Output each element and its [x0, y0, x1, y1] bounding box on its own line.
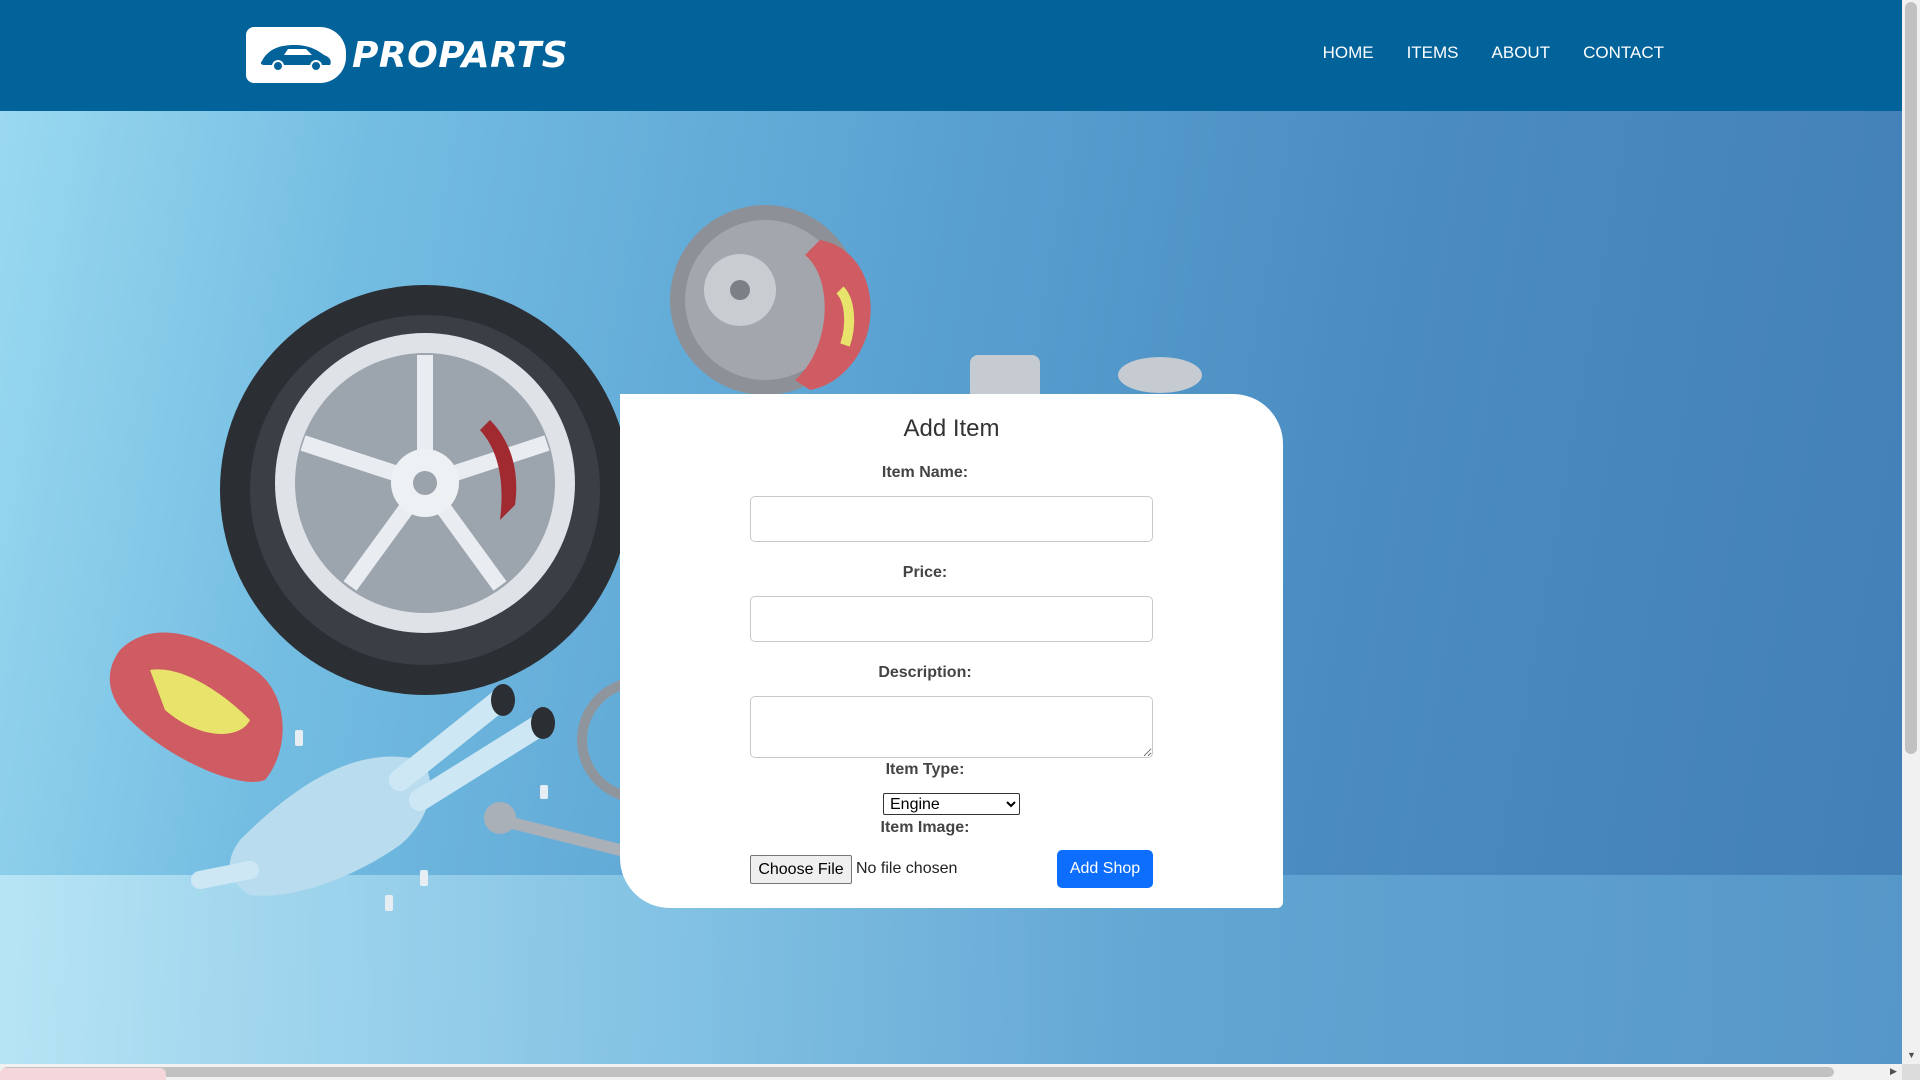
brake-disc-image — [670, 205, 871, 395]
form-title: Add Item — [903, 415, 1000, 442]
item-name-label: Item Name: — [881, 464, 969, 481]
logo-text: PROPARTS — [352, 34, 569, 76]
choose-file-button[interactable]: Choose File — [750, 855, 852, 884]
vertical-scroll-thumb[interactable] — [1905, 2, 1917, 754]
navbar: PROPARTS HOME ITEMS ABOUT CONTACT — [0, 0, 1902, 111]
price-label: Price: — [902, 564, 948, 581]
main-nav: HOME ITEMS ABOUT CONTACT — [1323, 43, 1664, 63]
wheel-image — [220, 285, 630, 695]
car-icon — [246, 27, 346, 83]
item-name-input[interactable] — [750, 496, 1153, 542]
nav-about-link[interactable]: ABOUT — [1492, 43, 1551, 63]
add-shop-button[interactable]: Add Shop — [1057, 850, 1153, 888]
item-type-label: Item Type: — [885, 761, 965, 778]
wrench-image — [484, 802, 646, 861]
scroll-right-icon[interactable]: ▶ — [1890, 1066, 1897, 1077]
scroll-down-icon[interactable]: ▼ — [1907, 1050, 1916, 1060]
logo[interactable]: PROPARTS — [246, 27, 568, 83]
description-textarea[interactable] — [750, 696, 1153, 758]
item-type-select[interactable]: Engine — [883, 793, 1020, 815]
file-status-text: No file chosen — [856, 860, 958, 877]
vertical-scrollbar[interactable]: ▲ ▼ — [1902, 0, 1920, 1064]
horizontal-scroll-thumb[interactable] — [2, 1067, 1834, 1077]
add-item-form: Add Item Item Name: Price: Description: … — [620, 394, 1283, 908]
description-label: Description: — [878, 664, 972, 681]
price-input[interactable] — [750, 596, 1153, 642]
brake-caliper-image — [109, 632, 283, 782]
nav-contact-link[interactable]: CONTACT — [1583, 43, 1664, 63]
scrollbar-corner — [1902, 1064, 1920, 1080]
nav-items-link[interactable]: ITEMS — [1407, 43, 1459, 63]
item-image-label: Item Image: — [880, 819, 970, 836]
partial-image-preview — [0, 1068, 166, 1080]
nav-home-link[interactable]: HOME — [1323, 43, 1374, 63]
horizontal-scrollbar[interactable]: ▶ — [0, 1064, 1902, 1080]
